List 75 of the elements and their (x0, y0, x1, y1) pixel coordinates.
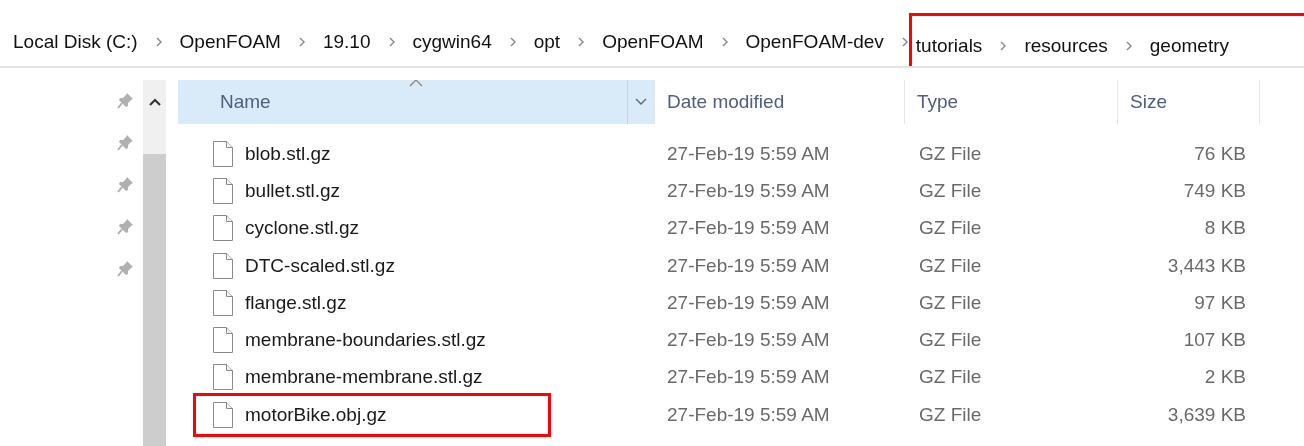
file-name[interactable]: membrane-boundaries.stl.gz (245, 329, 486, 352)
breadcrumb-item[interactable]: Local Disk (C:) (13, 31, 138, 53)
chevron-icon (154, 36, 163, 48)
breadcrumb-item[interactable]: cygwin64 (412, 31, 492, 53)
file-icon (212, 363, 234, 392)
breadcrumb-item[interactable]: OpenFOAM (602, 31, 704, 53)
chevron-icon (720, 36, 729, 48)
scroll-up-icon[interactable] (147, 97, 162, 107)
file-icon (212, 326, 234, 355)
file-type: GZ File (918, 179, 983, 202)
chevron-icon (577, 36, 586, 48)
column-label: Size (1130, 91, 1167, 113)
dropdown-icon[interactable] (635, 98, 647, 106)
chevron-icon (900, 36, 909, 48)
chevron-icon (508, 36, 517, 48)
breadcrumb-item[interactable]: resources (1024, 34, 1108, 57)
pin-icon[interactable] (117, 91, 135, 109)
file-type: GZ File (918, 329, 983, 352)
date-modified: 27-Feb-19 5:59 AM (666, 291, 831, 314)
file-type: GZ File (918, 366, 983, 389)
file-size: 76 KB (1193, 142, 1247, 165)
file-icon (212, 288, 234, 317)
pin-icon[interactable] (117, 217, 135, 235)
breadcrumb-item[interactable]: 19.10 (322, 31, 371, 53)
file-name[interactable]: membrane-membrane.stl.gz (245, 366, 483, 389)
column-header[interactable]: Size (1118, 80, 1260, 124)
file-size: 3,443 KB (1166, 254, 1247, 277)
file-name[interactable]: motorBike.obj.gz (245, 403, 387, 426)
column-header[interactable]: Type (905, 80, 1118, 124)
file-type: GZ File (918, 254, 983, 277)
file-name[interactable]: DTC-scaled.stl.gz (245, 254, 395, 277)
chevron-icon (1124, 39, 1133, 52)
column-label: Type (917, 91, 959, 113)
file-icon (212, 214, 234, 243)
file-size: 97 KB (1193, 291, 1247, 314)
file-icon (212, 176, 234, 205)
pin-icon[interactable] (117, 133, 135, 151)
file-size: 3,639 KB (1166, 403, 1247, 426)
file-name[interactable]: flange.stl.gz (245, 291, 347, 314)
breadcrumb-item[interactable]: OpenFOAM (179, 31, 281, 53)
breadcrumb-item[interactable]: opt (533, 31, 561, 53)
column-label: Date modified (667, 91, 785, 113)
file-type: GZ File (918, 403, 983, 426)
file-size: 2 KB (1203, 366, 1247, 389)
date-modified: 27-Feb-19 5:59 AM (666, 366, 831, 389)
file-icon (212, 139, 234, 168)
file-size: 107 KB (1182, 329, 1247, 352)
breadcrumb-item[interactable]: OpenFOAM-dev (745, 31, 884, 53)
file-type: GZ File (918, 142, 983, 165)
column-header[interactable]: Date modified (655, 80, 905, 124)
date-modified: 27-Feb-19 5:59 AM (666, 403, 831, 426)
chevron-icon (999, 39, 1008, 52)
breadcrumb-item[interactable]: geometry (1149, 34, 1229, 57)
file-icon (212, 400, 234, 429)
file-type: GZ File (918, 217, 983, 240)
chevron-icon (387, 36, 396, 48)
scrollbar-thumb[interactable] (143, 154, 166, 446)
pin-icon[interactable] (117, 175, 135, 193)
pin-icon[interactable] (117, 259, 135, 277)
chevron-icon (297, 36, 306, 48)
breadcrumb-item[interactable]: tutorials (915, 34, 983, 57)
date-modified: 27-Feb-19 5:59 AM (666, 329, 831, 352)
file-name[interactable]: cyclone.stl.gz (245, 217, 360, 240)
file-name[interactable]: blob.stl.gz (245, 142, 331, 165)
column-header[interactable]: Name (178, 80, 655, 124)
column-label: Name (219, 91, 271, 113)
date-modified: 27-Feb-19 5:59 AM (666, 254, 831, 277)
file-name[interactable]: bullet.stl.gz (245, 179, 341, 202)
file-type: GZ File (918, 291, 983, 314)
file-icon (212, 251, 234, 280)
file-size: 8 KB (1203, 217, 1247, 240)
date-modified: 27-Feb-19 5:59 AM (666, 217, 831, 240)
file-size: 749 KB (1182, 179, 1247, 202)
date-modified: 27-Feb-19 5:59 AM (666, 179, 831, 202)
date-modified: 27-Feb-19 5:59 AM (666, 142, 831, 165)
